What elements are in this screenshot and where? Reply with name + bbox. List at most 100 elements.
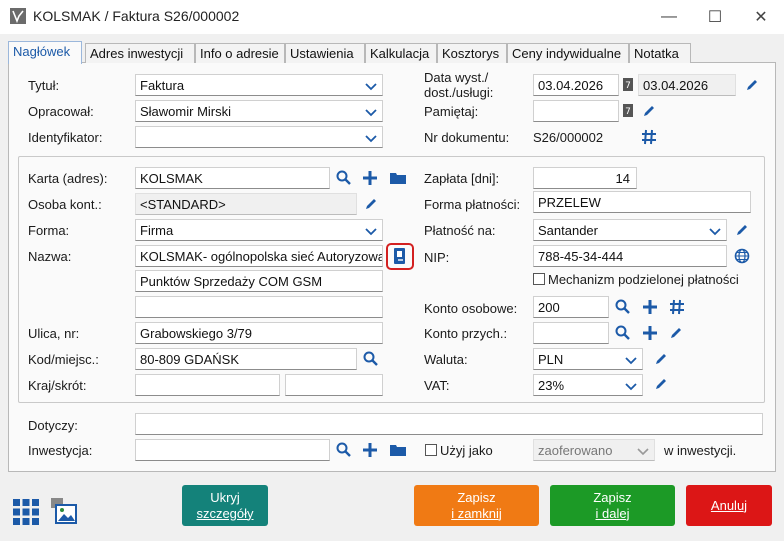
nazwa-line1-field[interactable]: KOLSMAK- ogólnopolska sieć Autoryzowanyc… (135, 245, 383, 267)
inwestycja-field[interactable] (135, 439, 330, 461)
pencil-icon[interactable] (667, 324, 685, 342)
opracowal-select[interactable]: Sławomir Mirski (135, 100, 383, 122)
zaoferowano-select[interactable]: zaoferowano (533, 439, 655, 461)
chevron-down-icon (625, 357, 637, 365)
search-icon[interactable] (335, 169, 353, 187)
calendar-icon[interactable]: 7 (623, 104, 633, 117)
kraj-label: Kraj/skrót: (28, 378, 87, 393)
pencil-icon[interactable] (652, 375, 670, 393)
dotyczy-field[interactable] (135, 413, 763, 435)
ukryj-line2: szczegóły (196, 505, 254, 521)
close-button[interactable]: ✕ (738, 0, 784, 34)
tab-kosztorys[interactable]: Kosztorys (437, 43, 507, 63)
tab-ceny-indywidualne[interactable]: Ceny indywidualne (507, 43, 629, 63)
skrot-field[interactable] (285, 374, 383, 396)
mpp-checkbox[interactable] (533, 273, 545, 285)
title-bar: KOLSMAK / Faktura S26/000002 — ☐ ✕ (0, 0, 784, 34)
chevron-down-icon (365, 228, 377, 236)
ukryj-szczegoly-button[interactable]: Ukryj szczegóły (182, 485, 268, 526)
zapisz-i-dalej-button[interactable]: Zapisz i dalej (550, 485, 675, 526)
pamietaj-field[interactable] (533, 100, 619, 122)
waluta-select[interactable]: PLN (533, 348, 643, 370)
kod-field[interactable]: 80-809 GDAŃSK (135, 348, 357, 370)
w-inwestycji-label: w inwestycji. (664, 443, 737, 458)
plus-icon[interactable] (641, 324, 659, 342)
tab-kalkulacja[interactable]: Kalkulacja (365, 43, 437, 63)
globe-icon[interactable] (733, 247, 751, 265)
forma-select[interactable]: Firma (135, 219, 383, 241)
zapisz-zamknij-line1: Zapisz (457, 489, 496, 505)
tab-adres-inwestycji[interactable]: Adres inwestycji (85, 43, 195, 63)
ulica-field[interactable]: Grabowskiego 3/79 (135, 322, 383, 344)
minimize-button[interactable]: — (646, 0, 692, 34)
konto-osobowe-label: Konto osobowe: (424, 301, 518, 316)
search-icon[interactable] (335, 441, 353, 459)
forma-label: Forma: (28, 223, 70, 238)
search-icon[interactable] (362, 350, 380, 368)
forma-platnosci-select[interactable]: PRZELEW (533, 191, 751, 213)
grid-icon[interactable] (13, 499, 39, 525)
tab-naglowek[interactable]: Nagłówek (8, 41, 82, 64)
uzyj-jako-checkbox[interactable] (425, 444, 437, 456)
identyfikator-select[interactable] (135, 126, 383, 148)
chevron-down-icon (709, 228, 721, 236)
pencil-icon[interactable] (640, 102, 658, 120)
uzyj-jako-label: Użyj jako (440, 443, 493, 458)
opracowal-label: Opracował: (28, 104, 94, 119)
kraj-field[interactable] (135, 374, 280, 396)
vat-select[interactable]: 23% (533, 374, 643, 396)
waluta-label: Waluta: (424, 352, 468, 367)
konto-osobowe-field[interactable]: 200 (533, 296, 609, 318)
zapisz-zamknij-line2: i zamknij (451, 505, 502, 521)
vat-value: 23% (538, 378, 565, 393)
pencil-icon[interactable] (652, 350, 670, 368)
zaplata-field[interactable]: 14 (533, 167, 637, 189)
zapisz-i-zamknij-button[interactable]: Zapisz i zamknij (414, 485, 539, 526)
nip-field[interactable]: 788-45-34-444 (533, 245, 727, 267)
waluta-value: PLN (538, 352, 564, 367)
data-wyst-field[interactable]: 03.04.2026 (533, 74, 619, 96)
nazwa-line3-field[interactable] (135, 296, 383, 318)
pencil-icon[interactable] (362, 195, 380, 213)
zapisz-dalej-line2: i dalej (595, 505, 630, 521)
folder-icon[interactable] (389, 441, 407, 459)
chevron-down-icon (637, 448, 649, 456)
pencil-icon[interactable] (733, 221, 751, 239)
anuluj-label: Anuluj (710, 497, 748, 513)
plus-icon[interactable] (361, 441, 379, 459)
karta-field[interactable]: KOLSMAK (135, 167, 330, 189)
pencil-icon[interactable] (743, 76, 761, 94)
tab-info-o-adresie[interactable]: Info o adresie (195, 43, 285, 63)
search-icon[interactable] (614, 298, 632, 316)
image-icon[interactable] (50, 497, 78, 525)
address-card-icon[interactable] (391, 247, 409, 265)
search-icon[interactable] (614, 324, 632, 342)
tab-ustawienia[interactable]: Ustawienia (285, 43, 365, 63)
nazwa-line2-field[interactable]: Punktów Sprzedaży COM GSM (135, 270, 383, 292)
chevron-down-icon (365, 83, 377, 91)
tab-notatka[interactable]: Notatka (629, 43, 691, 63)
nr-dokumentu-label: Nr dokumentu: (424, 130, 510, 145)
vat-label: VAT: (424, 378, 450, 393)
chevron-down-icon (365, 109, 377, 117)
platnosc-na-select[interactable]: Santander (533, 219, 727, 241)
calendar-icon[interactable]: 7 (623, 78, 633, 91)
konto-przych-field[interactable] (533, 322, 609, 344)
folder-icon[interactable] (389, 169, 407, 187)
zaoferowano-value: zaoferowano (538, 443, 613, 458)
data-label-line1: Data wyst./ (424, 70, 489, 85)
maximize-button[interactable]: ☐ (692, 0, 738, 34)
data-dost-field[interactable]: 03.04.2026 (638, 74, 736, 96)
forma-platnosci-label: Forma płatności: (424, 197, 521, 212)
osoba-field[interactable]: <STANDARD> (135, 193, 357, 215)
plus-icon[interactable] (641, 298, 659, 316)
dotyczy-label: Dotyczy: (28, 418, 78, 433)
nazwa-label: Nazwa: (28, 249, 72, 264)
identyfikator-label: Identyfikator: (28, 130, 103, 145)
tytul-select[interactable]: Faktura (135, 74, 383, 96)
hash-icon[interactable] (668, 298, 686, 316)
plus-icon[interactable] (361, 169, 379, 187)
chevron-down-icon (625, 383, 637, 391)
anuluj-button[interactable]: Anuluj (686, 485, 772, 526)
hash-icon[interactable] (640, 128, 658, 146)
